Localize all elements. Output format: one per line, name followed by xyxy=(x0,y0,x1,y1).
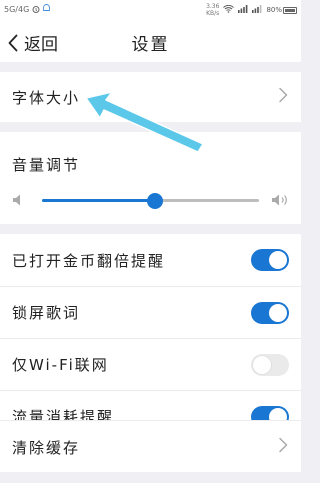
volume-slider[interactable] xyxy=(12,188,289,212)
signal-icon xyxy=(238,5,248,15)
volume-track[interactable] xyxy=(42,193,259,209)
volume-thumb[interactable] xyxy=(146,193,163,209)
toggle-row-wifi-only[interactable]: 仅Wi-Fi联网 xyxy=(0,338,301,390)
status-right: 3.36 KB/s 80% xyxy=(206,3,297,17)
nav-bar: 返回 设置 xyxy=(0,22,301,62)
chevron-right-icon xyxy=(277,87,289,107)
page-title: 设置 xyxy=(131,35,170,55)
toggle-label: 已打开金币翻倍提醒 xyxy=(12,251,166,270)
font-size-label: 字体大小 xyxy=(12,88,81,107)
status-left: 5G/4G xyxy=(4,4,51,15)
notification-icon xyxy=(43,4,51,15)
volume-low-icon xyxy=(12,192,24,211)
toggle-row-gold-reminder[interactable]: 已打开金币翻倍提醒 xyxy=(0,234,301,286)
network-speed: 3.36 KB/s xyxy=(206,3,220,17)
toggle-label: 仅Wi-Fi联网 xyxy=(12,356,109,374)
font-size-row[interactable]: 字体大小 xyxy=(0,72,301,122)
battery-icon xyxy=(283,6,297,14)
volume-label: 音量调节 xyxy=(12,156,81,174)
toggle-label: 锁屏歌词 xyxy=(12,304,81,322)
wifi-icon xyxy=(223,4,235,15)
alarm-icon xyxy=(32,5,40,15)
signal-icon-2 xyxy=(252,5,262,15)
toggle-switch[interactable] xyxy=(251,249,289,271)
clear-cache-card: 清除缓存 xyxy=(0,420,301,472)
toggle-switch[interactable] xyxy=(251,301,289,324)
toggle-switch[interactable] xyxy=(251,353,289,376)
clear-cache-label: 清除缓存 xyxy=(12,438,81,457)
clear-cache-row[interactable]: 清除缓存 xyxy=(0,421,301,473)
chevron-right-icon xyxy=(277,437,289,457)
volume-card: 音量调节 xyxy=(0,132,301,224)
font-size-card: 字体大小 xyxy=(0,72,301,122)
carrier-text: 5G/4G xyxy=(4,5,30,14)
volume-high-icon xyxy=(271,192,289,211)
toggle-row-lockscreen-lyrics[interactable]: 锁屏歌词 xyxy=(0,286,301,338)
status-bar: 5G/4G 3.36 KB/s 80% xyxy=(0,0,301,22)
volume-track-fill xyxy=(42,199,155,202)
settings-list: 已打开金币翻倍提醒 锁屏歌词 仅Wi-Fi联网 流量消耗提醒 xyxy=(0,234,301,442)
battery-indicator: 80% xyxy=(266,6,297,14)
